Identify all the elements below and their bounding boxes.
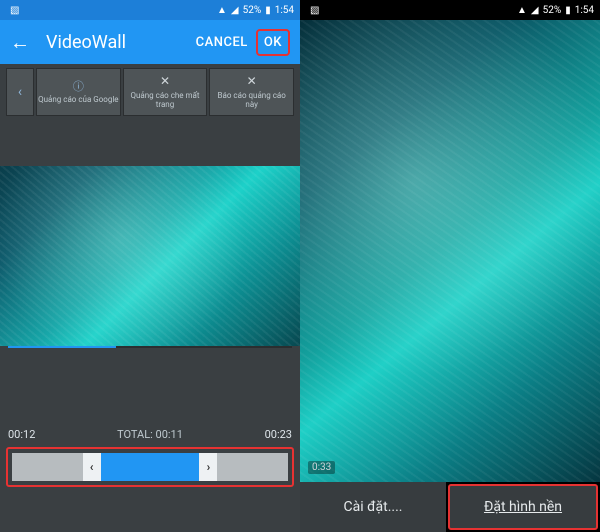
trim-slider[interactable]: ‹ › bbox=[12, 453, 288, 481]
time-start: 00:12 bbox=[8, 428, 35, 441]
wallpaper-preview[interactable] bbox=[300, 20, 600, 482]
battery-icon: ▮ bbox=[265, 5, 271, 16]
bottom-actions: Cài đặt.... Đặt hình nền bbox=[300, 482, 600, 532]
close-icon: ✕ bbox=[247, 74, 257, 88]
clock-text: 1:54 bbox=[575, 5, 594, 16]
settings-label: Cài đặt.... bbox=[344, 499, 403, 515]
trim-after bbox=[217, 453, 288, 481]
progress-track[interactable] bbox=[8, 346, 292, 348]
status-bar-left: ▧ ▲ ◢ 52% ▮ 1:54 bbox=[0, 0, 300, 20]
ad-label: Quảng cáo che mất trang bbox=[124, 91, 207, 110]
trim-highlight: ‹ › bbox=[6, 447, 294, 487]
status-bar-right: ▧ ▲ ◢ 52% ▮ 1:54 bbox=[300, 0, 600, 20]
time-row: 00:12 TOTAL: 00:11 00:23 bbox=[0, 424, 300, 445]
trim-before bbox=[12, 453, 83, 481]
progress-fill bbox=[8, 346, 116, 348]
trim-selection[interactable] bbox=[101, 453, 200, 481]
back-icon[interactable]: ← bbox=[10, 30, 30, 55]
app-title: VideoWall bbox=[46, 32, 188, 53]
ad-cell-google[interactable]: ⓘ Quảng cáo của Google bbox=[36, 68, 121, 116]
ok-button[interactable]: OK bbox=[256, 29, 290, 56]
signal-icon: ◢ bbox=[231, 5, 239, 16]
wifi-icon: ▲ bbox=[217, 5, 227, 16]
battery-text: 52% bbox=[243, 5, 262, 16]
settings-button[interactable]: Cài đặt.... bbox=[300, 482, 446, 532]
ad-cell-report[interactable]: ✕ Báo cáo quảng cáo này bbox=[209, 68, 294, 116]
info-icon: ⓘ bbox=[73, 80, 84, 93]
trim-handle-right[interactable]: › bbox=[199, 453, 217, 481]
signal-icon: ◢ bbox=[531, 5, 539, 16]
time-end: 00:23 bbox=[265, 428, 292, 441]
video-preview[interactable] bbox=[0, 166, 300, 346]
picture-icon: ▧ bbox=[310, 5, 319, 16]
ad-label: Báo cáo quảng cáo này bbox=[210, 91, 293, 110]
trim-handle-left[interactable]: ‹ bbox=[83, 453, 101, 481]
picture-icon: ▧ bbox=[10, 5, 19, 16]
set-wallpaper-button[interactable]: Đặt hình nền bbox=[448, 484, 598, 530]
time-total: TOTAL: 00:11 bbox=[35, 428, 264, 441]
ad-banner: ‹ ⓘ Quảng cáo của Google ✕ Quảng cáo che… bbox=[6, 68, 294, 116]
clock-text: 1:54 bbox=[275, 5, 294, 16]
ad-cell-cover[interactable]: ✕ Quảng cáo che mất trang bbox=[123, 68, 208, 116]
app-bar: ← VideoWall CANCEL OK bbox=[0, 20, 300, 64]
battery-icon: ▮ bbox=[565, 5, 571, 16]
wifi-icon: ▲ bbox=[517, 5, 527, 16]
cancel-button[interactable]: CANCEL bbox=[188, 29, 256, 56]
battery-text: 52% bbox=[543, 5, 562, 16]
ad-prev-button[interactable]: ‹ bbox=[6, 68, 34, 116]
close-icon: ✕ bbox=[160, 74, 170, 88]
ad-label: Quảng cáo của Google bbox=[38, 95, 118, 105]
set-wallpaper-label: Đặt hình nền bbox=[484, 499, 562, 515]
overlay-time: 0:33 bbox=[308, 461, 335, 474]
